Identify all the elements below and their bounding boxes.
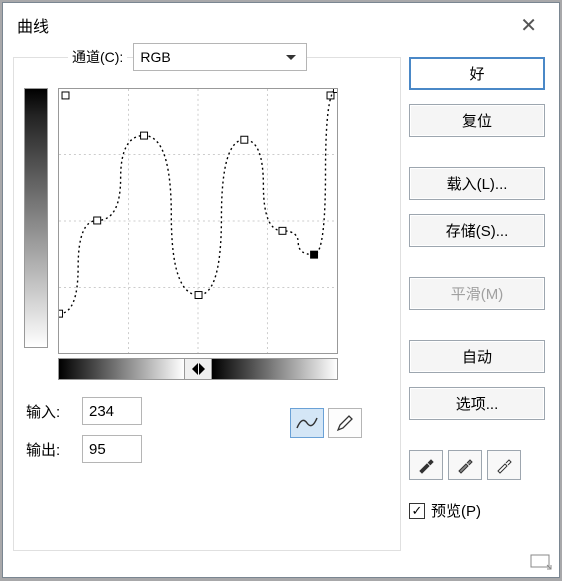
input-value: 234 <box>89 403 114 420</box>
curve-graph[interactable] <box>58 88 338 354</box>
output-value: 95 <box>89 441 106 458</box>
input-gradient-right <box>212 359 337 379</box>
white-point-eyedropper[interactable] <box>487 450 521 480</box>
window-title: 曲线 <box>17 13 49 37</box>
titlebar: 曲线 ✕ <box>3 3 559 47</box>
pencil-curve-button[interactable] <box>328 408 362 438</box>
triangle-left-icon <box>186 363 198 375</box>
eyedropper-group <box>409 450 549 480</box>
channel-select[interactable]: RGB <box>133 43 307 71</box>
smooth-curve-button[interactable] <box>290 408 324 438</box>
input-gradient-left <box>59 359 184 379</box>
curves-group: 通道(C): RGB <box>13 57 401 551</box>
close-icon[interactable]: ✕ <box>512 9 545 42</box>
output-label: 输出: <box>26 439 74 460</box>
dialog-window: 曲线 ✕ 通道(C): RGB <box>2 2 560 578</box>
channel-row: 通道(C): RGB <box>14 46 400 68</box>
side-panel: 好 复位 载入(L)... 存储(S)... 平滑(M) 自动 选项... ✓ … <box>409 57 549 521</box>
output-field[interactable]: 95 <box>82 435 142 463</box>
save-button[interactable]: 存储(S)... <box>409 214 545 247</box>
auto-button[interactable]: 自动 <box>409 340 545 373</box>
channel-label: 通道(C): <box>68 47 127 67</box>
eyedropper-icon <box>494 455 514 475</box>
input-label: 输入: <box>26 401 74 422</box>
wave-icon <box>296 414 318 432</box>
options-button[interactable]: 选项... <box>409 387 545 420</box>
output-gradient <box>24 88 48 348</box>
load-button[interactable]: 载入(L)... <box>409 167 545 200</box>
preview-checkbox[interactable]: ✓ 预览(P) <box>409 500 549 521</box>
eyedropper-icon <box>416 455 436 475</box>
preview-label: 预览(P) <box>431 500 481 521</box>
input-gradient[interactable] <box>58 358 338 380</box>
output-row: 输出: 95 <box>26 432 142 466</box>
black-point-eyedropper[interactable] <box>409 450 443 480</box>
eyedropper-icon <box>455 455 475 475</box>
curve-mode-buttons <box>290 408 362 438</box>
input-field[interactable]: 234 <box>82 397 142 425</box>
reset-button[interactable]: 复位 <box>409 104 545 137</box>
smooth-button: 平滑(M) <box>409 277 545 310</box>
checkbox-icon: ✓ <box>409 503 425 519</box>
resize-grip-icon[interactable] <box>529 551 553 571</box>
ok-button[interactable]: 好 <box>409 57 545 90</box>
input-row: 输入: 234 <box>26 394 142 428</box>
channel-value: RGB <box>140 49 170 65</box>
gray-point-eyedropper[interactable] <box>448 450 482 480</box>
pencil-icon <box>335 413 355 433</box>
dialog-body: 通道(C): RGB <box>3 47 559 577</box>
triangle-right-icon <box>199 363 211 375</box>
gradient-center-handle[interactable] <box>184 359 212 379</box>
